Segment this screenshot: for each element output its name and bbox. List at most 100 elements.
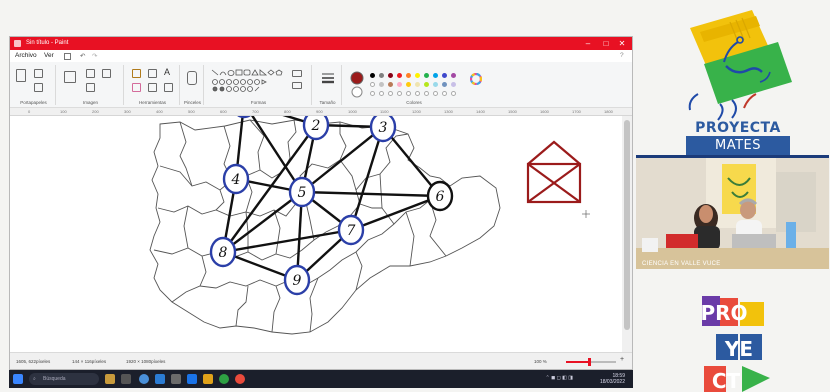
zoom-slider[interactable] — [566, 358, 616, 366]
start-icon[interactable] — [13, 374, 23, 384]
custom-color-slot[interactable] — [397, 91, 402, 96]
palette-swatch[interactable] — [388, 73, 393, 78]
weather-icon[interactable] — [105, 374, 115, 384]
system-tray-icons[interactable]: ⌃ ◼ ◻ ◧ ◨ — [546, 375, 574, 381]
logo-triangle-green — [742, 366, 770, 392]
explorer-icon[interactable] — [203, 374, 213, 384]
ruler-tick: 1700 — [572, 109, 581, 114]
graph-edge-5-8 — [222, 191, 303, 253]
palette-swatch[interactable] — [415, 73, 420, 78]
rotate-icon[interactable] — [86, 83, 95, 92]
custom-color-slot[interactable] — [442, 91, 447, 96]
palette-swatch[interactable] — [406, 82, 411, 87]
custom-color-slot[interactable] — [379, 91, 384, 96]
palette-swatch[interactable] — [388, 82, 393, 87]
palette-swatch[interactable] — [406, 73, 411, 78]
zoom-level: 100 % — [534, 359, 547, 364]
drawing-canvas[interactable]: 123456789 — [10, 116, 624, 352]
ruler-tick: 1100 — [380, 109, 389, 114]
custom-color-slot[interactable] — [370, 91, 375, 96]
edit-colors-icon[interactable] — [470, 73, 482, 85]
palette-swatch[interactable] — [442, 82, 447, 87]
menu-view[interactable]: Ver — [44, 52, 54, 59]
graph-node-label: 2 — [311, 118, 321, 134]
edge-icon[interactable] — [155, 374, 165, 384]
palette-swatch[interactable] — [370, 73, 375, 78]
chrome-icon[interactable] — [139, 374, 149, 384]
minimize-button[interactable]: – — [580, 37, 596, 50]
paint-app-icon — [14, 40, 21, 47]
palette-swatch[interactable] — [379, 82, 384, 87]
vertical-scrollbar[interactable] — [622, 116, 632, 352]
palette-swatch[interactable] — [397, 73, 402, 78]
custom-color-slot[interactable] — [388, 91, 393, 96]
magnifier-icon[interactable] — [164, 83, 173, 92]
menu-file[interactable]: Archivo — [15, 52, 37, 59]
taskbar-search[interactable]: ⌕ Búsqueda — [29, 373, 99, 385]
secondary-color-swatch[interactable] — [351, 86, 363, 98]
taskbar-clock[interactable]: 18:59 18/03/2022 — [600, 373, 625, 385]
palette-swatch[interactable] — [370, 82, 375, 87]
custom-color-slot[interactable] — [451, 91, 456, 96]
eraser-icon[interactable] — [132, 83, 141, 92]
brush-icon[interactable] — [187, 71, 197, 85]
files-icon[interactable] — [171, 374, 181, 384]
cut-icon[interactable] — [34, 69, 43, 78]
custom-color-slot[interactable] — [406, 91, 411, 96]
group-label-shapes: Formas — [250, 100, 267, 105]
copy-icon[interactable] — [34, 83, 43, 92]
palette-swatch[interactable] — [424, 82, 429, 87]
fill-dropdown-icon[interactable] — [292, 82, 302, 89]
line-size-icon[interactable] — [321, 71, 335, 85]
select-icon[interactable] — [64, 71, 76, 83]
custom-color-slot[interactable] — [424, 91, 429, 96]
palette-swatch[interactable] — [397, 82, 402, 87]
close-button[interactable]: ✕ — [614, 37, 630, 50]
resize-icon[interactable] — [102, 69, 111, 78]
maximize-button[interactable]: □ — [598, 37, 614, 50]
outline-dropdown-icon[interactable] — [292, 70, 302, 77]
paste-icon[interactable] — [16, 69, 26, 82]
paint-taskbar-icon[interactable] — [235, 374, 245, 384]
undo-icon[interactable]: ↶ — [80, 52, 85, 60]
pencil-icon[interactable] — [132, 69, 141, 78]
graph-drawing: 123456789 — [149, 116, 590, 335]
zoom-slider-knob[interactable] — [587, 358, 591, 366]
redo-icon[interactable]: ↷ — [92, 52, 97, 60]
graph-node-8: 8 — [209, 236, 237, 268]
size-group: Tamaño — [314, 65, 342, 105]
ruler-tick: 500 — [188, 109, 195, 114]
ribbon: Portapapeles Imagen A Herramientas Pince… — [10, 62, 632, 108]
palette-swatch[interactable] — [433, 73, 438, 78]
palette-swatch[interactable] — [424, 73, 429, 78]
paint-window: Sin título - Paint – □ ✕ Archivo Ver ↶ ↷… — [9, 36, 633, 370]
cursor-position: 1605, 622píxeles — [16, 359, 51, 364]
color-picker-icon[interactable] — [148, 83, 157, 92]
custom-color-slot[interactable] — [415, 91, 420, 96]
palette-swatch[interactable] — [451, 73, 456, 78]
app-icon-blue[interactable] — [187, 374, 197, 384]
help-icon[interactable]: ? — [620, 52, 624, 59]
palette-swatch[interactable] — [442, 73, 447, 78]
graph-node-label: 5 — [298, 185, 307, 201]
graph-edge-3-7 — [349, 126, 385, 231]
crop-icon[interactable] — [86, 69, 95, 78]
graph-edges — [221, 116, 441, 282]
task-view-icon[interactable] — [121, 374, 131, 384]
graph-edge-6-7 — [350, 194, 441, 232]
zoom-in-icon[interactable]: + — [620, 356, 624, 363]
palette-swatch[interactable] — [433, 82, 438, 87]
palette-swatch[interactable] — [379, 73, 384, 78]
palette-swatch[interactable] — [451, 82, 456, 87]
custom-color-slot[interactable] — [433, 91, 438, 96]
app-icon-green[interactable] — [219, 374, 229, 384]
primary-color-swatch[interactable] — [350, 71, 364, 85]
title-bar: Sin título - Paint – □ ✕ — [10, 37, 632, 50]
fill-icon[interactable] — [148, 69, 157, 78]
scrollbar-thumb[interactable] — [624, 120, 630, 330]
shapes-gallery-icon[interactable] — [210, 68, 290, 94]
text-tool-icon[interactable]: A — [164, 67, 170, 77]
save-icon[interactable] — [64, 53, 71, 60]
palette-swatch[interactable] — [415, 82, 420, 87]
active-colors[interactable] — [348, 70, 366, 100]
